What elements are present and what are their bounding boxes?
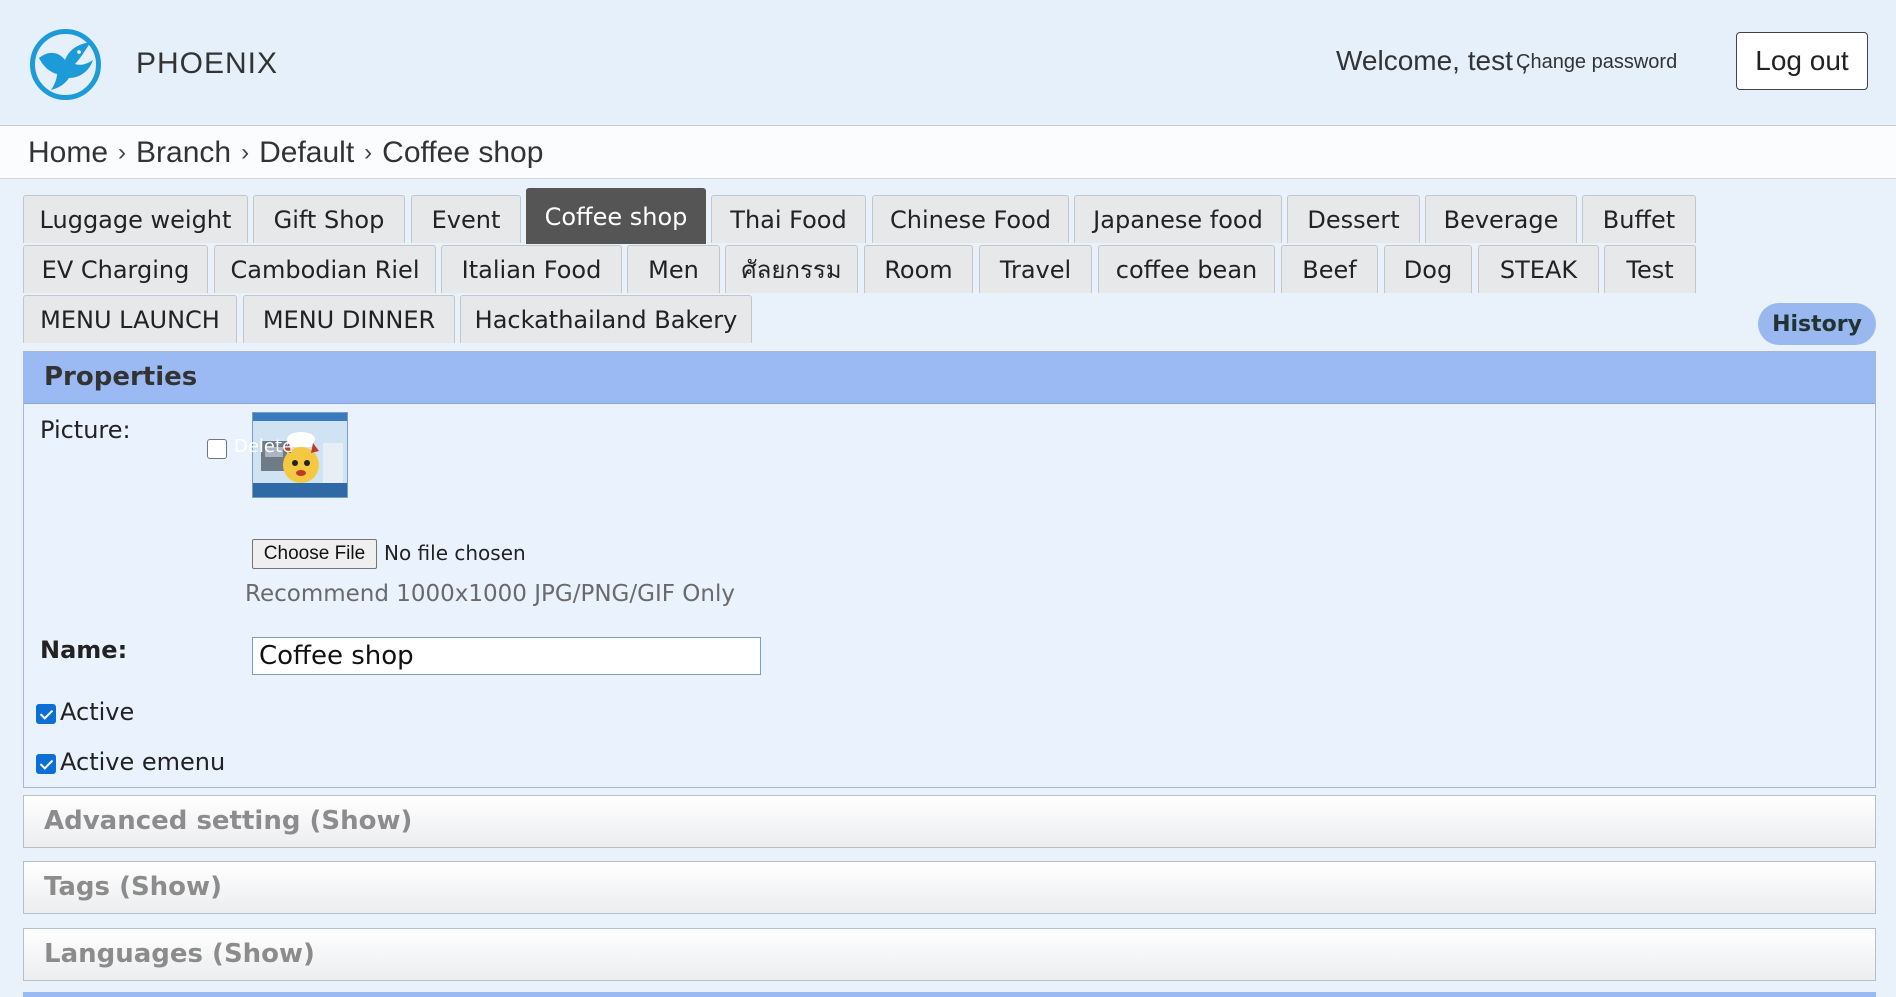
tab-hackathailand-bakery[interactable]: Hackathailand Bakery bbox=[460, 295, 752, 343]
tab-ev-charging[interactable]: EV Charging bbox=[23, 245, 208, 293]
tags-section[interactable]: Tags (Show) bbox=[23, 861, 1876, 914]
tab-men[interactable]: Men bbox=[627, 245, 720, 293]
brand-name: PHOENIX bbox=[136, 47, 279, 80]
tab-test[interactable]: Test bbox=[1604, 245, 1696, 293]
active-label: Active bbox=[60, 698, 135, 726]
tab-luggage-weight[interactable]: Luggage weight bbox=[23, 195, 248, 243]
tab-thai-food[interactable]: Thai Food bbox=[711, 195, 866, 243]
tab-beverage[interactable]: Beverage bbox=[1425, 195, 1577, 243]
languages-section[interactable]: Languages (Show) bbox=[23, 928, 1876, 981]
tab-japanese-food[interactable]: Japanese food bbox=[1074, 195, 1282, 243]
breadcrumb-home[interactable]: Home bbox=[28, 136, 108, 170]
tab-dog[interactable]: Dog bbox=[1384, 245, 1472, 293]
tab-buffet[interactable]: Buffet bbox=[1582, 195, 1696, 243]
delete-picture-checkbox[interactable] bbox=[207, 439, 227, 459]
properties-title: Properties bbox=[44, 362, 198, 392]
name-label: Name: bbox=[40, 636, 128, 664]
tab-chinese-food[interactable]: Chinese Food bbox=[872, 195, 1069, 243]
breadcrumb-branch[interactable]: Branch bbox=[136, 136, 231, 170]
tab-travel[interactable]: Travel bbox=[979, 245, 1092, 293]
properties-panel: Properties Picture: Delete Choose File N… bbox=[23, 351, 1876, 788]
history-button[interactable]: History bbox=[1758, 303, 1876, 345]
tab-room[interactable]: Room bbox=[864, 245, 973, 293]
choose-file-button[interactable]: Choose File bbox=[252, 539, 377, 569]
breadcrumb-current: Coffee shop bbox=[382, 136, 544, 169]
tab-italian-food[interactable]: Italian Food bbox=[441, 245, 622, 293]
phoenix-logo-icon[interactable] bbox=[29, 28, 102, 101]
tab-cambodian-riel[interactable]: Cambodian Riel bbox=[214, 245, 436, 293]
tab-beef[interactable]: Beef bbox=[1281, 245, 1378, 293]
breadcrumb-separator-icon: › bbox=[364, 139, 373, 166]
tab-menu-dinner[interactable]: MENU DINNER bbox=[243, 295, 455, 343]
breadcrumb-separator-icon: › bbox=[241, 139, 250, 166]
name-input[interactable] bbox=[252, 637, 761, 675]
tab-thai-surgery[interactable]: ศัลยกรรม bbox=[725, 245, 858, 293]
active-emenu-checkbox[interactable] bbox=[36, 754, 56, 774]
advanced-setting-section[interactable]: Advanced setting (Show) bbox=[23, 795, 1876, 848]
breadcrumb-default[interactable]: Default bbox=[259, 136, 354, 170]
welcome-label: Welcome, test bbox=[1336, 45, 1513, 76]
tab-coffee-shop[interactable]: Coffee shop bbox=[526, 188, 706, 244]
tags-title: Tags (Show) bbox=[44, 872, 222, 902]
breadcrumb: Home › Branch › Default › Coffee shop bbox=[0, 126, 1896, 179]
tab-dessert[interactable]: Dessert bbox=[1287, 195, 1420, 243]
change-password-link[interactable]: Change password bbox=[1516, 51, 1677, 74]
active-checkbox[interactable] bbox=[36, 704, 56, 724]
languages-title: Languages (Show) bbox=[44, 939, 315, 969]
active-emenu-label: Active emenu bbox=[60, 748, 226, 776]
tab-steak[interactable]: STEAK bbox=[1478, 245, 1599, 293]
tab-menu-launch[interactable]: MENU LAUNCH bbox=[23, 295, 237, 343]
properties-header[interactable]: Properties bbox=[24, 352, 1875, 404]
no-file-chosen-text: No file chosen bbox=[384, 541, 526, 565]
picture-label: Picture: bbox=[40, 416, 131, 444]
tab-coffee-bean[interactable]: coffee bean bbox=[1098, 245, 1275, 293]
logout-button[interactable]: Log out bbox=[1736, 32, 1868, 90]
picture-recommendation: Recommend 1000x1000 JPG/PNG/GIF Only bbox=[245, 581, 735, 607]
welcome-text: Welcome, test , bbox=[1336, 45, 1528, 77]
tab-gift-shop[interactable]: Gift Shop bbox=[253, 195, 405, 243]
delete-picture-label: Delete bbox=[234, 436, 294, 457]
tab-event[interactable]: Event bbox=[411, 195, 521, 243]
top-header: PHOENIX Welcome, test , Change password … bbox=[0, 0, 1896, 126]
breadcrumb-separator-icon: › bbox=[118, 139, 127, 166]
advanced-setting-title: Advanced setting (Show) bbox=[44, 806, 413, 836]
next-section-edge bbox=[23, 992, 1876, 997]
